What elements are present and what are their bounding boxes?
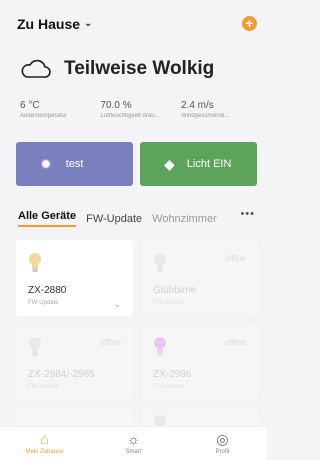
device-name: Glühbirne: [153, 285, 197, 296]
device-subtitle: FW-Update: [153, 300, 184, 306]
device-subtitle: FW-Update: [28, 300, 59, 306]
stat-humidity-label: Luftfeuchtigkeit drau...: [100, 113, 160, 119]
home-selector[interactable]: Zu Hause ⌄: [17, 16, 92, 32]
stat-temperature-value: 6 °C: [20, 100, 40, 111]
nav-smart[interactable]: ☼ Smart: [104, 427, 164, 460]
user-icon: ◎: [216, 431, 229, 447]
sun-icon: ☼: [127, 431, 140, 447]
home-icon: ⌂: [40, 431, 49, 447]
device-offline-label: offline: [224, 254, 246, 263]
stat-humidity: 70.0 % Luftfeuchtigkeit drau...: [101, 100, 173, 119]
tab-wohnzimmer[interactable]: Wohnzimmer: [152, 213, 217, 225]
weather-stats: 6 °C Außentemperatur 70.0 % Luftfeuchtig…: [20, 100, 253, 119]
stat-humidity-value: 70.0 %: [100, 100, 132, 111]
weather-summary: Teilweise Wolkig: [20, 58, 214, 80]
stat-temperature-label: Außentemperatur: [20, 113, 67, 119]
tag-icon: ◆: [164, 155, 175, 172]
bulb-icon: [154, 253, 166, 272]
device-card[interactable]: ZX-2880 FW-Update ⌄: [16, 240, 133, 316]
device-name: ZX-2984/-2985: [28, 369, 95, 380]
add-button[interactable]: +: [242, 16, 257, 31]
top-bar: Zu Hause ⌄ +: [0, 0, 267, 48]
nav-mein-zuhause-label: Mein Zuhause: [25, 449, 64, 455]
scene-licht-ein-label: Licht EIN: [186, 158, 232, 170]
weather-title: Teilweise Wolkig: [64, 58, 215, 79]
device-name: ZX-2880: [28, 285, 67, 296]
chevron-down-icon[interactable]: ⌄: [114, 300, 121, 309]
bottom-nav: ⌂ Mein Zuhause ☼ Smart ◎ Profil: [0, 426, 267, 460]
device-subtitle: FW-Update: [153, 384, 184, 390]
bulb-icon: [154, 337, 166, 356]
stat-wind-value: 2.4 m/s: [181, 100, 214, 111]
nav-smart-label: Smart: [125, 449, 142, 455]
device-card[interactable]: [141, 408, 258, 428]
chevron-down-icon: ⌄: [84, 17, 93, 29]
device-offline-label: offline: [99, 338, 121, 347]
bulb-icon: [29, 253, 41, 272]
scene-licht-ein-button[interactable]: ◆ Licht EIN: [140, 142, 257, 186]
device-subtitle: FW-Update: [28, 384, 59, 390]
scene-test-button[interactable]: ✹ test: [16, 142, 133, 186]
room-tabs: Alle Geräte FW-Update Wohnzimmer •••: [18, 208, 257, 227]
device-card[interactable]: [16, 408, 133, 428]
device-offline-label: offline: [224, 338, 246, 347]
home-label: Zu Hause: [17, 16, 81, 32]
cloud-icon: [21, 59, 51, 78]
light-icon: ✹: [40, 155, 52, 172]
more-tabs-icon[interactable]: •••: [240, 208, 255, 220]
tab-fw-update[interactable]: FW-Update: [86, 213, 142, 225]
stat-wind: 2.4 m/s Windgeschwindi...: [181, 100, 253, 119]
nav-profil-label: Profil: [215, 449, 230, 455]
nav-mein-zuhause[interactable]: ⌂ Mein Zuhause: [15, 427, 75, 460]
stat-temperature: 6 °C Außentemperatur: [20, 100, 92, 119]
bulb-icon: [29, 337, 41, 356]
device-card[interactable]: offline Glühbirne FW-Update: [141, 240, 258, 316]
tab-alle-geraete[interactable]: Alle Geräte: [18, 210, 77, 227]
device-name: ZX-2986: [153, 369, 192, 380]
scene-test-label: test: [65, 158, 84, 170]
stat-wind-label: Windgeschwindi...: [181, 113, 230, 119]
device-card[interactable]: offline ZX-2986 FW-Update: [141, 324, 258, 400]
nav-profil[interactable]: ◎ Profil: [193, 427, 253, 460]
device-card[interactable]: offline ZX-2984/-2985 FW-Update: [16, 324, 133, 400]
